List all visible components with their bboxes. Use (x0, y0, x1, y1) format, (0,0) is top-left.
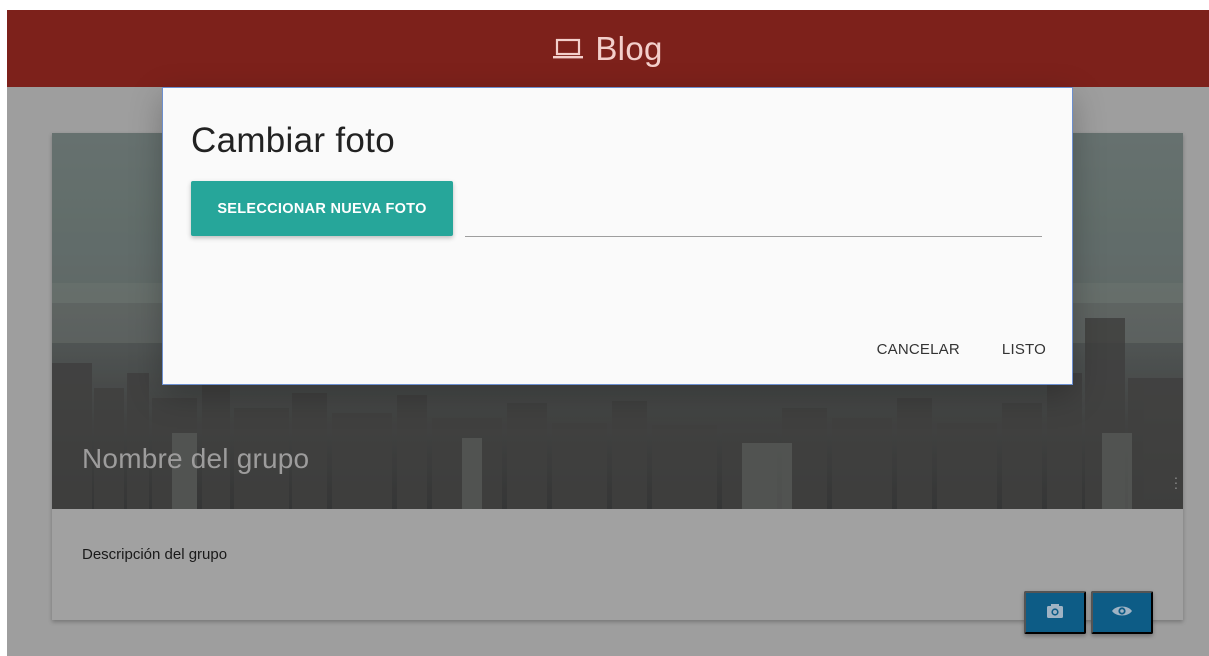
navbar: Blog (7, 10, 1209, 87)
modal-title: Cambiar foto (191, 121, 395, 160)
brand-logo[interactable]: Blog (553, 32, 662, 65)
cancel-button[interactable]: CANCELAR (877, 341, 960, 358)
eye-icon (1111, 604, 1133, 621)
laptop-icon (553, 38, 584, 60)
done-button[interactable]: LISTO (1002, 341, 1046, 358)
brand-title: Blog (595, 30, 663, 67)
camera-icon (1046, 603, 1064, 622)
group-name: Nombre del grupo (82, 443, 310, 474)
more-vertical-icon[interactable]: · · · (1173, 470, 1179, 494)
change-photo-button[interactable] (1024, 591, 1086, 634)
change-photo-modal: Cambiar foto SELECCIONAR NUEVA FOTO CANC… (162, 87, 1073, 385)
group-description: Descripción del grupo (82, 546, 228, 563)
select-new-photo-button[interactable]: SELECCIONAR NUEVA FOTO (191, 181, 453, 236)
file-path-input[interactable] (465, 196, 1042, 237)
view-group-button[interactable] (1091, 591, 1153, 634)
modal-footer: CANCELAR LISTO (877, 341, 1046, 358)
